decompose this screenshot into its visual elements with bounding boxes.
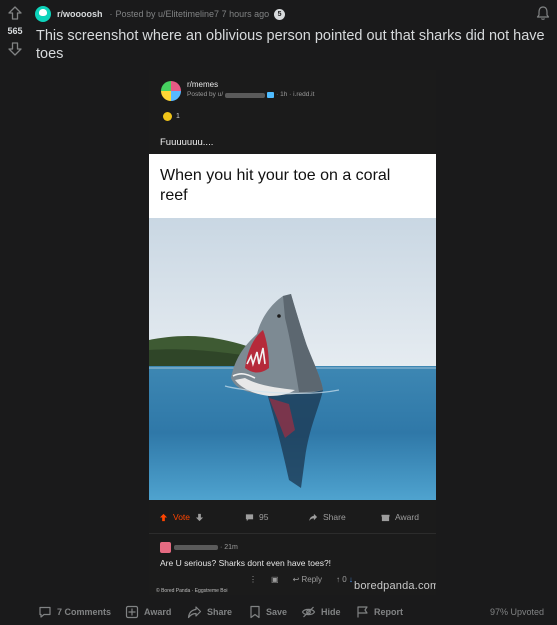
- reply-button: ↩ Reply: [293, 575, 322, 584]
- posted-by[interactable]: Posted by u/Elitetimeline7: [116, 9, 220, 19]
- embedded-title: Fuuuuuuu....: [160, 137, 214, 148]
- embedded-time: · 1h · i.redd.it: [276, 91, 315, 98]
- award-button[interactable]: Award: [125, 605, 171, 619]
- separator-dot: ·: [109, 9, 113, 19]
- comment-vote: ↑ 0 ↓: [335, 575, 353, 584]
- save-button[interactable]: Save: [249, 605, 287, 619]
- embedded-vote: Vote: [159, 512, 209, 522]
- hide-label[interactable]: Hide: [321, 607, 341, 617]
- embedded-subreddit-avatar: [161, 81, 181, 101]
- embedded-comments: 95: [245, 512, 268, 522]
- meme-caption-panel: When you hit your toe on a coral reef: [149, 154, 436, 218]
- subreddit-avatar[interactable]: [35, 6, 51, 22]
- flag-icon: [357, 606, 368, 618]
- comment-icon: [39, 606, 51, 618]
- gift-icon: [125, 605, 139, 619]
- embedded-award: 1: [163, 112, 180, 121]
- hide-icon: [301, 606, 316, 618]
- award-badge[interactable]: 5: [274, 8, 286, 20]
- share-icon: [187, 606, 202, 619]
- small-watermark: © Bored Panda · Eggstreme Boi: [156, 588, 228, 594]
- embedded-comment-count: 95: [259, 512, 269, 522]
- comment-tools: ⋮ ▣ ↩ Reply ↑ 0 ↓: [249, 575, 367, 584]
- blurred-username: [225, 92, 266, 98]
- downvote-icon[interactable]: [6, 40, 24, 58]
- post-card: 565 r/woooosh · Posted by u/Elitetimelin…: [0, 0, 557, 625]
- boredpanda-watermark: boredpanda.com: [354, 580, 436, 592]
- embedded-award-action: Award: [381, 512, 419, 522]
- embedded-meta: Posted by u/ · 1h · i.redd.it: [187, 90, 314, 100]
- comments-button[interactable]: 7 Comments: [38, 605, 111, 619]
- share-label[interactable]: Share: [207, 607, 232, 617]
- shark-photo: [149, 218, 436, 500]
- embedded-share: Share: [308, 512, 346, 522]
- meme-caption: When you hit your toe on a coral reef: [160, 167, 391, 204]
- post-header: r/woooosh · Posted by u/Elitetimeline7 7…: [35, 6, 286, 22]
- comment-vote-count: 0: [342, 575, 347, 584]
- blurred-commenter: [174, 545, 218, 550]
- subreddit-link[interactable]: r/woooosh: [57, 9, 103, 19]
- comments-label[interactable]: 7 Comments: [57, 607, 111, 617]
- embedded-posted-by: Posted by u/: [187, 91, 224, 98]
- upvote-icon[interactable]: [6, 4, 24, 22]
- embedded-vote-label: Vote: [173, 512, 191, 522]
- reply-icon: ↩: [292, 575, 300, 584]
- post-image[interactable]: r/memes Posted by u/ · 1h · i.redd.it 1 …: [149, 70, 436, 595]
- bookmark-icon: [250, 605, 260, 619]
- report-label[interactable]: Report: [374, 607, 403, 617]
- award-label[interactable]: Award: [144, 607, 171, 617]
- embedded-action-bar: Vote 95 Share Award: [149, 506, 436, 528]
- medal-icon: [163, 112, 172, 121]
- embedded-comment: · 21m Are U serious? Sharks dont even ha…: [149, 533, 436, 595]
- embedded-subreddit: r/memes: [187, 80, 219, 89]
- score: 565: [7, 26, 23, 36]
- commenter-avatar: [160, 542, 171, 553]
- comment-text: Are U serious? Sharks dont even have toe…: [160, 558, 332, 568]
- embedded-comment-header: · 21m: [160, 542, 238, 553]
- report-button[interactable]: Report: [356, 605, 403, 619]
- hide-button[interactable]: Hide: [301, 605, 341, 619]
- gift-small-icon: ▣: [271, 575, 279, 584]
- embedded-award-count: 1: [176, 113, 180, 120]
- comment-time: · 21m: [220, 544, 238, 551]
- embedded-share-label: Share: [323, 512, 346, 522]
- bolt-icon: [267, 92, 275, 98]
- reply-label: Reply: [301, 575, 322, 584]
- more-icon: ⋮: [249, 575, 257, 584]
- bell-icon[interactable]: [535, 5, 551, 21]
- embedded-header: r/memes Posted by u/ · 1h · i.redd.it: [161, 80, 314, 101]
- vote-column: 565: [4, 4, 26, 58]
- upvote-ratio: 97% Upvoted: [489, 607, 544, 617]
- embedded-award-label: Award: [395, 512, 419, 522]
- post-time: 7 hours ago: [221, 9, 270, 19]
- post-title[interactable]: This screenshot where an oblivious perso…: [36, 27, 551, 63]
- post-action-bar: 7 Comments Award Share Save Hide Report …: [36, 602, 548, 622]
- share-button[interactable]: Share: [187, 605, 232, 619]
- save-label[interactable]: Save: [266, 607, 287, 617]
